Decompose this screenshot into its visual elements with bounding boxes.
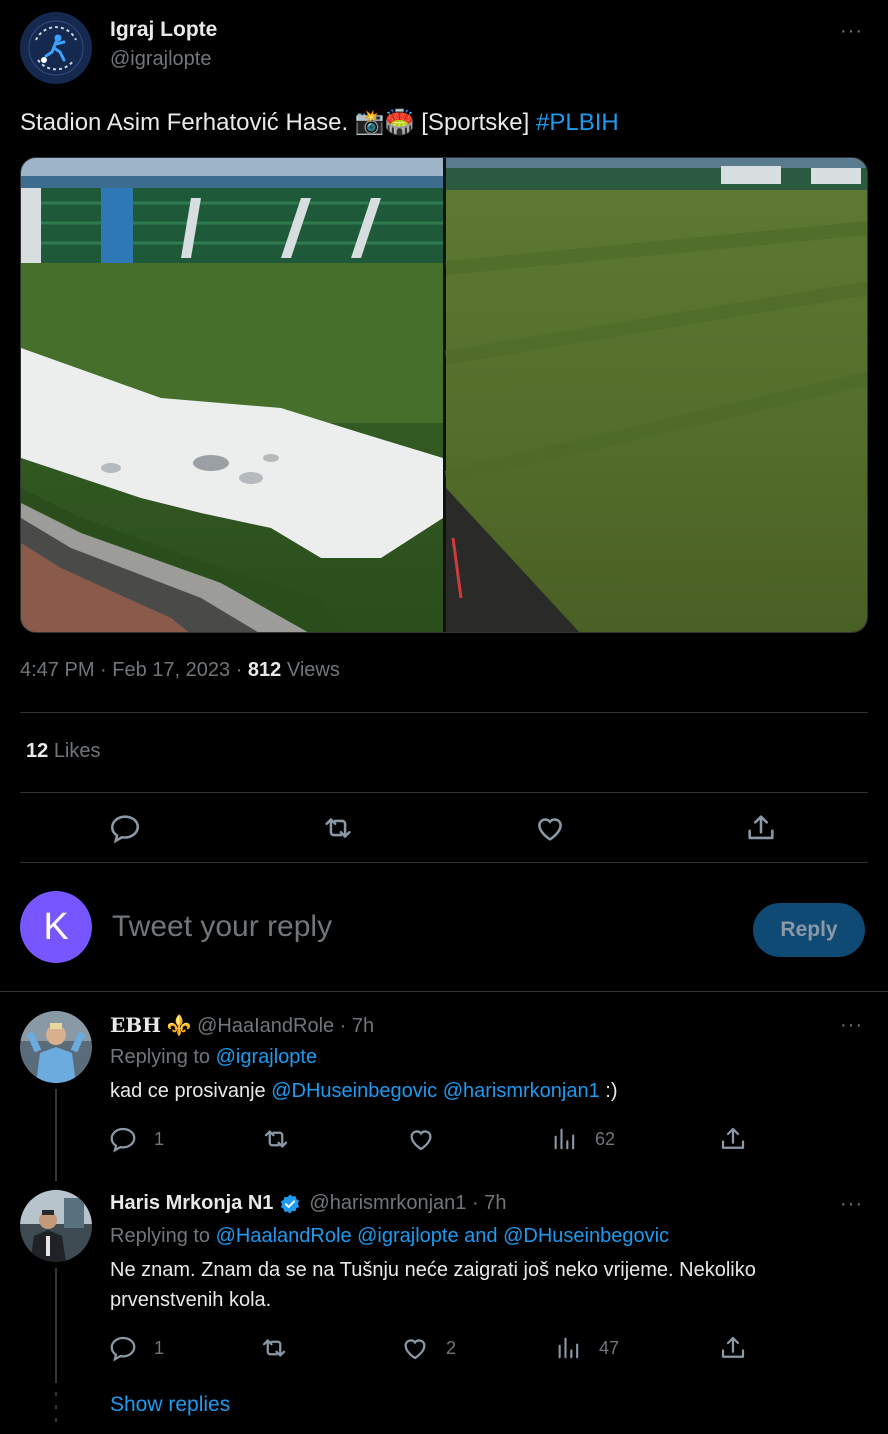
tweet-time[interactable]: 4:47 PM <box>20 659 94 681</box>
reply-author-handle[interactable]: @HaaIandRole <box>197 1015 334 1037</box>
more-options-icon[interactable]: ··· <box>840 20 863 43</box>
retweet-icon <box>264 1130 288 1148</box>
share-action-button[interactable] <box>744 811 778 850</box>
likes-count: 12 <box>26 740 49 762</box>
heart-icon <box>404 1339 426 1360</box>
reply-text-suffix: :) <box>599 1080 618 1102</box>
replying-to-and: and <box>464 1225 498 1247</box>
reply-button[interactable]: Reply <box>753 903 865 957</box>
like-count: 2 <box>446 1337 457 1358</box>
current-user-avatar[interactable]: K <box>20 891 92 963</box>
right-photo[interactable] <box>444 158 868 633</box>
more-options-icon[interactable]: ··· <box>840 1193 863 1216</box>
analytics-icon <box>558 1337 579 1359</box>
views-action-button[interactable]: 62 <box>551 1124 615 1154</box>
divider <box>20 862 868 863</box>
reply-author-name[interactable]: Haris Mrkonja N1 <box>110 1192 273 1215</box>
replying-to-label: Replying to <box>110 1225 211 1247</box>
thread-line <box>55 1089 57 1181</box>
author-handle[interactable]: @igrajlopte <box>110 48 211 71</box>
like-action-button[interactable] <box>406 1124 436 1159</box>
reply-author-handle[interactable]: @harismrkonjan1 <box>309 1192 466 1215</box>
player-photo <box>20 1011 92 1083</box>
reply-action-button[interactable]: 1 <box>108 1124 164 1154</box>
reply-text: Ne znam. Znam da se na Tušnju neće zaigr… <box>110 1255 756 1315</box>
reply-text: kad ce prosivanje @DHuseinbegovic @haris… <box>110 1076 618 1106</box>
retweet-action-button[interactable] <box>259 1333 289 1368</box>
mention-link[interactable]: @DHuseinbegovic <box>271 1080 437 1102</box>
verified-badge-icon <box>281 1193 300 1214</box>
reply-time[interactable]: 7h <box>484 1192 506 1215</box>
replying-to-link[interactable]: @HaalandRole <box>216 1225 352 1247</box>
thread-dots <box>53 1392 59 1422</box>
replying-to-link[interactable]: @DHuseinbegovic <box>503 1225 669 1247</box>
analytics-icon <box>554 1128 575 1150</box>
reply-action-button[interactable]: 1 <box>108 1333 164 1363</box>
views-count: 812 <box>247 659 282 681</box>
retweet-icon <box>262 1339 286 1357</box>
mention-link[interactable]: @harismrkonjan1 <box>443 1080 600 1102</box>
like-action-button[interactable] <box>533 811 567 850</box>
tweet-meta: 4:47 PM · Feb 17, 2023 · 812 Views <box>20 659 340 681</box>
left-photo[interactable] <box>21 158 443 633</box>
like-action-button[interactable]: 2 <box>400 1333 456 1363</box>
reply-input[interactable]: Tweet your reply <box>112 910 332 944</box>
fleur-de-lis-icon: ⚜️ <box>166 1015 192 1037</box>
replying-to: Replying to @igrajlopte <box>110 1046 317 1069</box>
tweet-text-tag: [Sportske] <box>414 109 536 136</box>
reply-header: Haris Mrkonja N1 @harismrkonjan1 · 7h <box>110 1192 507 1215</box>
replying-to: Replying to @HaalandRole @igrajlopte and… <box>110 1225 669 1248</box>
reporter-photo <box>20 1190 92 1262</box>
retweet-action-button[interactable] <box>321 811 355 850</box>
share-icon <box>721 1127 745 1149</box>
more-options-icon[interactable]: ··· <box>840 1014 863 1037</box>
share-action-button[interactable] <box>718 1124 748 1159</box>
author-name[interactable]: Igraj Lopte <box>110 18 217 42</box>
igraj-lopte-logo-icon <box>20 12 92 84</box>
replying-to-link[interactable]: @igrajlopte <box>357 1225 458 1247</box>
divider <box>20 712 868 713</box>
reply-icon <box>110 1127 136 1153</box>
retweet-icon <box>325 818 351 838</box>
divider <box>0 991 888 992</box>
replying-to-label: Replying to <box>110 1046 211 1068</box>
likes-stat[interactable]: 12 Likes <box>26 740 101 763</box>
share-action-button[interactable] <box>718 1333 748 1368</box>
tweet-media[interactable] <box>20 157 868 633</box>
reply-text-prefix: kad ce prosivanje <box>110 1080 272 1102</box>
reply-count: 1 <box>154 1337 165 1358</box>
stadium-photos <box>21 158 868 633</box>
reply-author-name[interactable]: EBH <box>110 1013 161 1037</box>
reply-icon <box>110 1336 136 1362</box>
thread-line <box>55 1268 57 1383</box>
likes-label: Likes <box>53 740 101 762</box>
reply-text-line: prvenstvenih kola. <box>110 1289 272 1311</box>
author-avatar[interactable] <box>20 12 92 84</box>
views-label: Views <box>286 659 340 681</box>
share-icon <box>748 815 774 840</box>
show-replies-link[interactable]: Show replies <box>110 1393 230 1417</box>
reply-header: EBH ⚜️ @HaaIandRole · 7h <box>110 1013 375 1037</box>
tweet-text: Stadion Asim Ferhatović Hase. 📸🏟️ [Sport… <box>20 108 619 137</box>
reply-text-line: Ne znam. Znam da se na Tušnju neće zaigr… <box>110 1259 756 1281</box>
tweet-text-main: Stadion Asim Ferhatović Hase. <box>20 109 355 136</box>
retweet-action-button[interactable] <box>261 1124 291 1159</box>
camera-stadium-emoji: 📸🏟️ <box>354 109 415 136</box>
reply-icon <box>110 815 140 844</box>
view-count: 62 <box>595 1128 616 1149</box>
heart-icon <box>538 818 562 841</box>
reply-action-button[interactable] <box>108 811 142 850</box>
view-count: 47 <box>599 1337 620 1358</box>
share-icon <box>721 1336 745 1358</box>
replying-to-link[interactable]: @igrajlopte <box>216 1046 317 1068</box>
reply-time[interactable]: 7h <box>352 1015 374 1037</box>
divider <box>20 792 868 793</box>
reply-count: 1 <box>154 1128 165 1149</box>
tweet-date[interactable]: Feb 17, 2023 <box>112 659 230 681</box>
reply-author-avatar[interactable] <box>20 1190 92 1262</box>
views-action-button[interactable]: 47 <box>555 1333 619 1363</box>
reply-author-avatar[interactable] <box>20 1011 92 1083</box>
heart-icon <box>410 1130 432 1151</box>
hashtag-link[interactable]: #PLBIH <box>536 109 619 136</box>
